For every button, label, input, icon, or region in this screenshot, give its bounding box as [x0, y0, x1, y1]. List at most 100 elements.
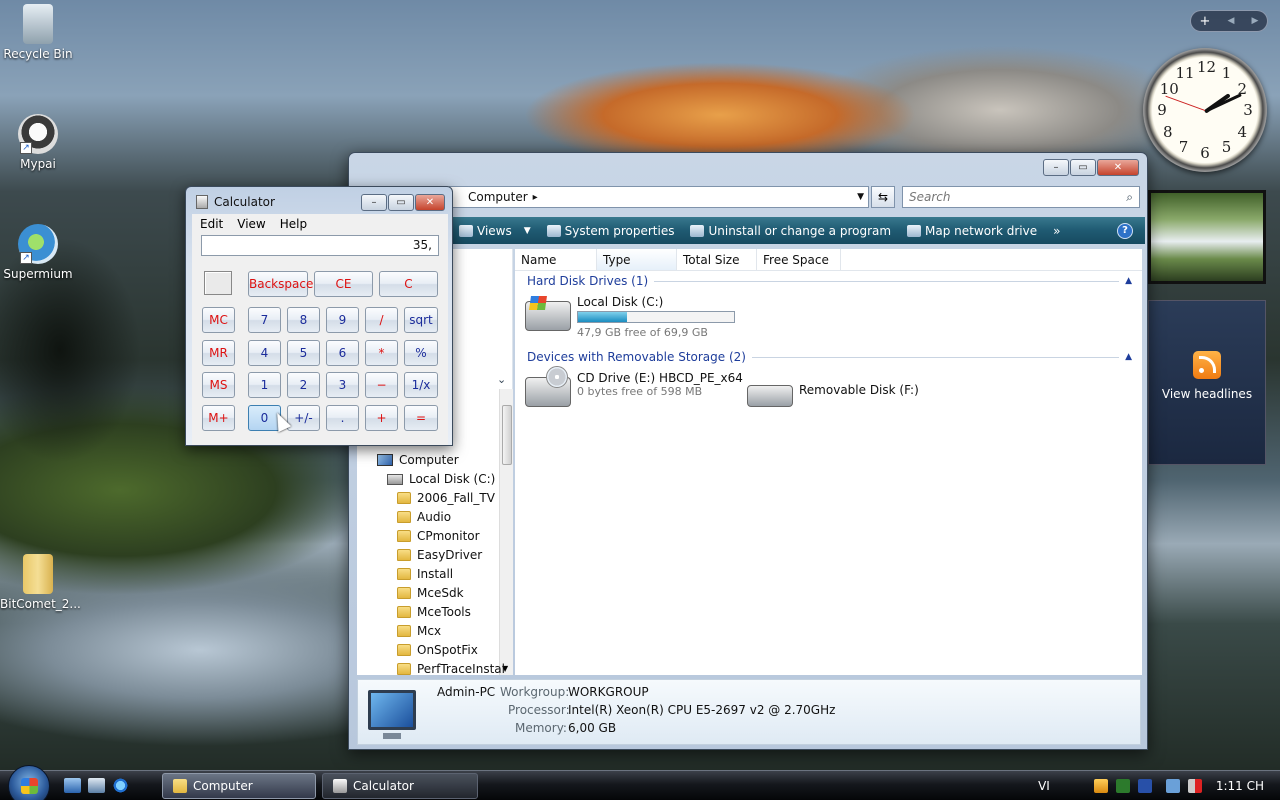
tree-item-folder[interactable]: Mcx — [397, 624, 441, 638]
menu-help[interactable]: Help — [280, 217, 307, 231]
start-button[interactable] — [8, 765, 50, 800]
security-shield-icon[interactable] — [1093, 779, 1108, 793]
language-indicator[interactable]: VI — [1038, 779, 1050, 793]
desktop-icon-recycle-bin[interactable]: Recycle Bin — [0, 4, 76, 61]
desktop-icon-supermium[interactable]: ↗ Supermium — [0, 224, 76, 281]
maximize-button[interactable]: ▭ — [1070, 159, 1096, 176]
tree-item-folder[interactable]: EasyDriver — [397, 548, 482, 562]
digit-6-button[interactable]: 6 — [326, 340, 359, 366]
collapse-icon[interactable]: ▲ — [1125, 276, 1132, 286]
divide-button[interactable]: / — [365, 307, 398, 333]
feed-headlines-gadget[interactable]: View headlines — [1148, 300, 1266, 465]
drive-removable-f[interactable]: Removable Disk (F:) — [747, 379, 919, 407]
tree-item-computer[interactable]: Computer — [377, 453, 459, 467]
add-gadget-button[interactable]: + — [1200, 14, 1211, 29]
digit-7-button[interactable]: 7 — [248, 307, 281, 333]
tree-item-local-disk[interactable]: Local Disk (C:) — [387, 472, 495, 486]
memory-add-button[interactable]: M+ — [202, 405, 235, 431]
clock-numeral: 3 — [1243, 101, 1253, 119]
volume-muted-icon[interactable] — [1187, 779, 1202, 793]
sign-toggle-button[interactable]: +/- — [287, 405, 320, 431]
collapse-icon[interactable]: ▲ — [1125, 352, 1132, 362]
backspace-button[interactable]: Backspace — [248, 271, 313, 297]
network-icon[interactable] — [1165, 779, 1180, 793]
breadcrumb-arrow-icon[interactable]: ▸ — [533, 192, 538, 203]
show-desktop-icon[interactable] — [64, 778, 81, 793]
gadget-next-button[interactable]: ▶ — [1252, 16, 1259, 26]
refresh-button[interactable]: ⇆ — [871, 186, 895, 208]
tree-item-folder[interactable]: MceTools — [397, 605, 471, 619]
decimal-button[interactable]: . — [326, 405, 359, 431]
multiply-button[interactable]: * — [365, 340, 398, 366]
drive-local-disk-c[interactable]: Local Disk (C:) 47,9 GB free of 69,9 GB — [525, 295, 735, 339]
column-header-name[interactable]: Name — [515, 249, 597, 270]
app-tray-icon[interactable] — [1137, 779, 1152, 793]
add-button[interactable]: + — [365, 405, 398, 431]
drive-cd-e[interactable]: CD Drive (E:) HBCD_PE_x64 0 bytes free o… — [525, 366, 743, 407]
clock-gadget[interactable]: 12 1 2 3 4 5 6 7 8 9 10 11 — [1143, 48, 1267, 172]
folders-chevron-icon[interactable]: ⌄ — [497, 373, 506, 386]
clear-button[interactable]: C — [379, 271, 438, 297]
tree-item-folder[interactable]: Audio — [397, 510, 451, 524]
search-input[interactable]: Search ⌕ — [902, 186, 1140, 208]
views-button[interactable]: Views ▼ — [459, 224, 531, 238]
menu-view[interactable]: View — [237, 217, 265, 231]
internet-explorer-icon[interactable] — [112, 778, 129, 793]
uninstall-program-button[interactable]: Uninstall or change a program — [690, 224, 891, 238]
memory-recall-button[interactable]: MR — [202, 340, 235, 366]
digit-3-button[interactable]: 3 — [326, 372, 359, 398]
column-header-free-space[interactable]: Free Space — [757, 249, 841, 270]
search-icon[interactable]: ⌕ — [1126, 190, 1133, 205]
desktop-icon-mypai[interactable]: ↗ Mypai — [0, 114, 76, 171]
sqrt-button[interactable]: sqrt — [404, 307, 438, 333]
switch-windows-icon[interactable] — [88, 778, 105, 793]
taskbar-button-calculator[interactable]: Calculator — [322, 773, 478, 799]
minimize-button[interactable]: – — [1043, 159, 1069, 176]
explorer-window[interactable]: – ▭ ✕ Computer ▸ ▼ ⇆ Search ⌕ Views ▼ Sys… — [348, 152, 1148, 750]
clear-entry-button[interactable]: CE — [314, 271, 373, 297]
digit-4-button[interactable]: 4 — [248, 340, 281, 366]
breadcrumb-computer[interactable]: Computer — [468, 190, 528, 204]
digit-5-button[interactable]: 5 — [287, 340, 320, 366]
close-button[interactable]: ✕ — [1097, 159, 1139, 176]
menu-edit[interactable]: Edit — [200, 217, 223, 231]
tree-item-folder[interactable]: CPmonitor — [397, 529, 480, 543]
safely-remove-icon[interactable] — [1115, 779, 1130, 793]
digit-9-button[interactable]: 9 — [326, 307, 359, 333]
tree-item-folder[interactable]: 2006_Fall_TV — [397, 491, 495, 505]
tree-item-folder[interactable]: MceSdk — [397, 586, 464, 600]
system-properties-button[interactable]: System properties — [546, 224, 674, 238]
close-button[interactable]: ✕ — [415, 194, 445, 211]
toolbar-overflow-button[interactable]: » — [1053, 224, 1060, 238]
column-header-total-size[interactable]: Total Size — [677, 249, 757, 270]
digit-8-button[interactable]: 8 — [287, 307, 320, 333]
nav-scrollbar[interactable]: ▼ — [499, 389, 513, 675]
address-bar[interactable]: Computer ▸ ▼ — [449, 186, 869, 208]
nav-scrollbar-thumb[interactable] — [502, 405, 512, 465]
memory-clear-button[interactable]: MC — [202, 307, 235, 333]
maximize-button[interactable]: ▭ — [388, 194, 414, 211]
equals-button[interactable]: = — [404, 405, 438, 431]
group-header-hard-disk-drives[interactable]: Hard Disk Drives (1) ▲ — [527, 274, 1132, 288]
gadget-prev-button[interactable]: ◀ — [1228, 16, 1235, 26]
taskbar-button-computer[interactable]: Computer — [162, 773, 316, 799]
desktop-icon-bitcomet[interactable]: BitComet_2... — [0, 554, 81, 611]
column-header-type[interactable]: Type — [597, 249, 677, 270]
minimize-button[interactable]: – — [361, 194, 387, 211]
digit-2-button[interactable]: 2 — [287, 372, 320, 398]
digit-1-button[interactable]: 1 — [248, 372, 281, 398]
tree-item-folder[interactable]: OnSpotFix — [397, 643, 478, 657]
percent-button[interactable]: % — [404, 340, 438, 366]
memory-store-button[interactable]: MS — [202, 372, 235, 398]
map-network-drive-button[interactable]: Map network drive — [907, 224, 1037, 238]
subtract-button[interactable]: − — [365, 372, 398, 398]
tree-item-folder[interactable]: PerfTraceInstal — [397, 662, 505, 676]
help-button[interactable]: ? — [1117, 222, 1133, 239]
slideshow-gadget[interactable] — [1148, 190, 1266, 284]
address-dropdown-icon[interactable]: ▼ — [857, 192, 864, 202]
group-header-removable-storage[interactable]: Devices with Removable Storage (2) ▲ — [527, 350, 1132, 364]
reciprocal-button[interactable]: 1/x — [404, 372, 438, 398]
calculator-window[interactable]: Calculator – ▭ ✕ Edit View Help 35, Back… — [185, 186, 453, 446]
tree-item-folder[interactable]: Install — [397, 567, 453, 581]
clock-time[interactable]: 1:11 CH — [1216, 779, 1264, 793]
